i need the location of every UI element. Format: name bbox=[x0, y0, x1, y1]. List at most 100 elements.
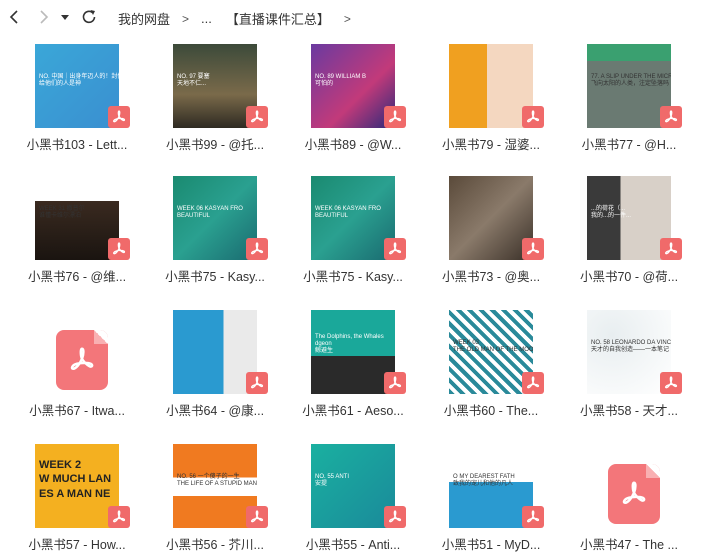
file-thumbnail: WEEK 06 KASYAN FRO BEAUTIFUL bbox=[311, 176, 395, 260]
file-thumbnail: NO. 中国｜出身年迈人的！封信 给他们的人是神 bbox=[35, 44, 119, 128]
thumbnail-text: NO. 97 要塞 天地不仁... bbox=[177, 74, 210, 88]
thumbnail-text: WEEK 06 KASYAN FRO BEAUTIFUL bbox=[315, 206, 381, 220]
pdf-badge-icon bbox=[522, 106, 544, 128]
forward-button[interactable] bbox=[32, 6, 54, 28]
pdf-file-icon bbox=[56, 330, 108, 390]
file-thumbnail: 77. A SLIP UNDER THE MICROSCOPE 飞向太阳的人类，… bbox=[587, 44, 671, 128]
file-thumbnail bbox=[449, 176, 533, 260]
file-thumbnail: WEEK 31 撒普尔 谁懂卡维尔漂泊 bbox=[35, 176, 119, 260]
file-item[interactable]: 77. A SLIP UNDER THE MICROSCOPE 飞向太阳的人类，… bbox=[564, 38, 694, 163]
file-thumbnail bbox=[449, 44, 533, 128]
pdf-badge-icon bbox=[384, 238, 406, 260]
file-item[interactable]: NO. 97 要塞 天地不仁... 小黑书99 - @托... bbox=[150, 38, 280, 163]
file-name: 小黑书79 - 湿婆... bbox=[442, 138, 540, 152]
pdf-badge-icon bbox=[660, 238, 682, 260]
file-name: 小黑书89 - @W... bbox=[304, 138, 402, 152]
pdf-badge-icon bbox=[522, 238, 544, 260]
thumbnail-text: WEEK 2 W MUCH LAN ES A MAN NE bbox=[39, 459, 112, 500]
file-thumbnail: NO. 97 要塞 天地不仁... bbox=[173, 44, 257, 128]
file-name: 小黑书70 - @荷... bbox=[579, 270, 679, 284]
thumbnail-text: NO. 中国｜出身年迈人的！封信 给他们的人是神 bbox=[39, 74, 119, 88]
file-thumbnail: NO. 56 一个傻子的一生 THE LIFE OF A STUPID MAN bbox=[173, 444, 257, 528]
file-grid: NO. 中国｜出身年迈人的！封信 给他们的人是神 小黑书103 - Lett...… bbox=[0, 34, 702, 555]
file-thumbnail: WEEK 03 THE OLD MAN OF THE MOON bbox=[449, 310, 533, 394]
pdf-badge-icon bbox=[384, 506, 406, 528]
thumbnail-text: NO. 56 一个傻子的一生 THE LIFE OF A STUPID MAN bbox=[177, 474, 257, 488]
thumbnail-text: O MY DEAREST FATH 致我的宠儿和他的凡人 bbox=[453, 474, 515, 488]
pdf-file-icon bbox=[608, 464, 660, 524]
file-thumbnail: NO. 89 WILLIAM B 可怕的 bbox=[311, 44, 395, 128]
file-name: 小黑书47 - The ... bbox=[580, 538, 678, 552]
file-name: 小黑书61 - Aeso... bbox=[302, 404, 404, 418]
file-item[interactable]: NO. 56 一个傻子的一生 THE LIFE OF A STUPID MAN 小… bbox=[150, 438, 280, 555]
file-item[interactable]: NO. 58 LEONARDO DA VINCI 天才的自我创造——一本笔记小黑… bbox=[564, 304, 694, 429]
refresh-icon bbox=[82, 10, 96, 24]
back-button[interactable] bbox=[4, 6, 26, 28]
thumbnail-text: NO. 55 ANTI 安提 bbox=[315, 474, 350, 488]
file-item[interactable]: WEEK 31 撒普尔 谁懂卡维尔漂泊小黑书76 - @维... bbox=[12, 170, 142, 295]
file-item[interactable]: 小黑书67 - Itwa... bbox=[12, 304, 142, 429]
file-thumbnail: The Dolphins, the Whales dgeon 鲸避生 bbox=[311, 310, 395, 394]
file-item[interactable]: The Dolphins, the Whales dgeon 鲸避生小黑书61 … bbox=[288, 304, 418, 429]
file-item[interactable]: WEEK 2 W MUCH LAN ES A MAN NE 小黑书57 - How… bbox=[12, 438, 142, 555]
breadcrumb-separator-icon: > bbox=[343, 11, 351, 26]
file-item[interactable]: 小黑书47 - The ... bbox=[564, 438, 694, 555]
caret-down-icon bbox=[61, 15, 69, 20]
file-name: 小黑书58 - 天才... bbox=[580, 404, 678, 418]
file-name: 小黑书99 - @托... bbox=[165, 138, 265, 152]
file-name: 小黑书60 - The... bbox=[443, 404, 539, 418]
file-name: 小黑书64 - @康... bbox=[165, 404, 265, 418]
breadcrumb-current[interactable]: 【直播课件汇总】 bbox=[226, 9, 330, 28]
file-thumbnail bbox=[173, 310, 257, 394]
pdf-badge-icon bbox=[522, 506, 544, 528]
file-thumbnail: ...的荷花（... 我的...的一件... bbox=[587, 176, 671, 260]
chevron-right-icon bbox=[40, 10, 49, 24]
file-item[interactable]: WEEK 03 THE OLD MAN OF THE MOON 小黑书60 - T… bbox=[426, 304, 556, 429]
file-thumbnail: WEEK 2 W MUCH LAN ES A MAN NE bbox=[35, 444, 119, 528]
file-item[interactable]: WEEK 06 KASYAN FRO BEAUTIFUL 小黑书75 - Kasy… bbox=[288, 170, 418, 295]
pdf-badge-icon bbox=[246, 238, 268, 260]
file-item[interactable]: 小黑书73 - @奥... bbox=[426, 170, 556, 295]
pdf-badge-icon bbox=[384, 106, 406, 128]
thumbnail-text: NO. 89 WILLIAM B 可怕的 bbox=[315, 74, 367, 88]
file-thumbnail: O MY DEAREST FATH 致我的宠儿和他的凡人 bbox=[449, 444, 533, 528]
file-name: 小黑书75 - Kasy... bbox=[303, 270, 403, 284]
refresh-button[interactable] bbox=[78, 6, 100, 28]
breadcrumb-separator-icon: > bbox=[182, 11, 190, 26]
thumbnail-text: WEEK 31 撒普尔 谁懂卡维尔漂泊 bbox=[39, 206, 85, 220]
file-item[interactable]: O MY DEAREST FATH 致我的宠儿和他的凡人小黑书51 - MyD.… bbox=[426, 438, 556, 555]
file-name: 小黑书51 - MyD... bbox=[441, 538, 541, 552]
pdf-badge-icon bbox=[246, 506, 268, 528]
file-name: 小黑书55 - Anti... bbox=[305, 538, 401, 552]
file-item[interactable]: ...的荷花（... 我的...的一件... 小黑书70 - @荷... bbox=[564, 170, 694, 295]
file-item[interactable]: 小黑书79 - 湿婆... bbox=[426, 38, 556, 163]
thumbnail-text: NO. 58 LEONARDO DA VINCI 天才的自我创造——一本笔记 bbox=[591, 340, 671, 354]
thumbnail-text: 77. A SLIP UNDER THE MICROSCOPE 飞向太阳的人类，… bbox=[591, 74, 671, 88]
file-thumbnail: NO. 55 ANTI 安提 bbox=[311, 444, 395, 528]
thumbnail-text: WEEK 03 THE OLD MAN OF THE MOON bbox=[453, 340, 533, 354]
pdf-badge-icon bbox=[108, 106, 130, 128]
toolbar: 我的网盘 > ... 【直播课件汇总】 > bbox=[0, 0, 702, 34]
thumbnail-text: The Dolphins, the Whales dgeon 鲸避生 bbox=[315, 334, 384, 355]
history-dropdown-button[interactable] bbox=[56, 6, 74, 28]
file-item[interactable]: NO. 89 WILLIAM B 可怕的小黑书89 - @W... bbox=[288, 38, 418, 163]
thumbnail-text: WEEK 06 KASYAN FRO BEAUTIFUL bbox=[177, 206, 243, 220]
pdf-badge-icon bbox=[246, 106, 268, 128]
file-name: 小黑书76 - @维... bbox=[27, 270, 127, 284]
file-item[interactable]: 小黑书64 - @康... bbox=[150, 304, 280, 429]
chevron-left-icon bbox=[9, 10, 18, 24]
file-name: 小黑书103 - Lett... bbox=[26, 138, 128, 152]
file-thumbnail: NO. 58 LEONARDO DA VINCI 天才的自我创造——一本笔记 bbox=[587, 310, 671, 394]
pdf-badge-icon bbox=[108, 238, 130, 260]
file-item[interactable]: NO. 中国｜出身年迈人的！封信 给他们的人是神 小黑书103 - Lett... bbox=[12, 38, 142, 163]
breadcrumb: 我的网盘 > ... 【直播课件汇总】 > bbox=[118, 9, 363, 28]
breadcrumb-root[interactable]: 我的网盘 bbox=[118, 9, 170, 28]
pdf-badge-icon bbox=[108, 506, 130, 528]
file-name: 小黑书56 - 芥川... bbox=[166, 538, 264, 552]
file-thumbnail: WEEK 06 KASYAN FRO BEAUTIFUL bbox=[173, 176, 257, 260]
breadcrumb-ellipsis[interactable]: ... bbox=[201, 11, 212, 26]
pdf-badge-icon bbox=[384, 372, 406, 394]
file-item[interactable]: WEEK 06 KASYAN FRO BEAUTIFUL 小黑书75 - Kasy… bbox=[150, 170, 280, 295]
file-name: 小黑书77 - @H... bbox=[581, 138, 677, 152]
file-item[interactable]: NO. 55 ANTI 安提小黑书55 - Anti... bbox=[288, 438, 418, 555]
